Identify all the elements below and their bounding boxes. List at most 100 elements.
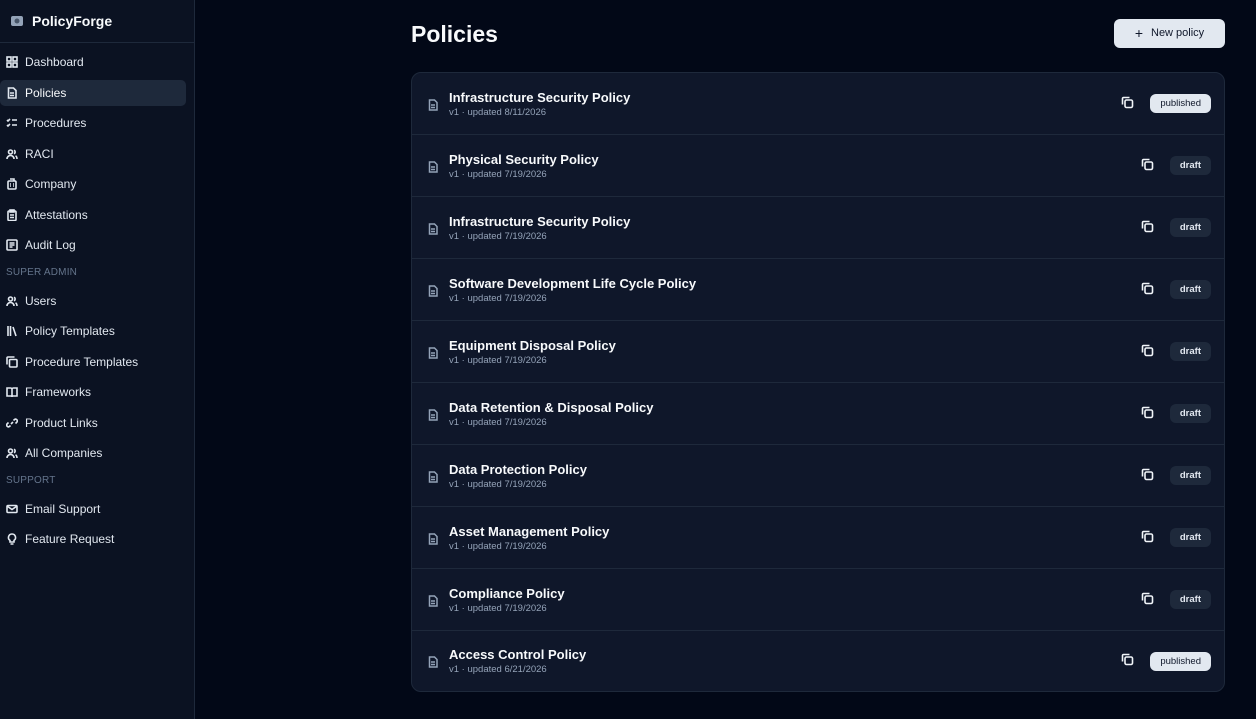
status-badge: published	[1150, 94, 1211, 113]
document-icon	[427, 346, 439, 359]
policy-row[interactable]: Software Development Life Cycle Policy v1…	[412, 259, 1224, 321]
copy-icon[interactable]	[1121, 96, 1134, 112]
document-icon	[427, 594, 439, 607]
mail-icon	[6, 503, 18, 515]
policy-row[interactable]: Asset Management Policy v1 · updated 7/19…	[412, 507, 1224, 569]
status-badge: draft	[1169, 590, 1211, 609]
document-icon	[427, 470, 439, 483]
book-open-icon	[6, 386, 18, 398]
policy-row[interactable]: Physical Security Policy v1 · updated 7/1…	[412, 135, 1224, 197]
sidebar-item-company[interactable]: Company	[0, 171, 186, 197]
policy-title[interactable]: Equipment Disposal Policy	[449, 338, 616, 353]
policy-meta: v1 · updated 7/19/2026	[449, 478, 547, 490]
policy-row[interactable]: Access Control Policy v1 · updated 6/21/2…	[412, 631, 1224, 691]
policy-meta: v1 · updated 6/21/2026	[449, 664, 547, 675]
sidebar-item-label: Feature Request	[25, 532, 115, 546]
sidebar-item-users[interactable]: Users	[0, 288, 186, 314]
sidebar-item-dashboard[interactable]: Dashboard	[0, 49, 186, 75]
policy-title[interactable]: Compliance Policy	[449, 586, 565, 601]
policy-row[interactable]: Data Retention & Disposal Policy v1 · upd…	[412, 383, 1224, 445]
sidebar-item-all-companies[interactable]: All Companies	[0, 440, 186, 466]
users-icon	[6, 148, 18, 160]
policy-row[interactable]: Equipment Disposal Policy v1 · updated 7/…	[412, 321, 1224, 383]
copy-icon[interactable]	[1141, 344, 1154, 360]
sidebar-item-procedures[interactable]: Procedures	[0, 110, 186, 136]
document-icon	[427, 160, 439, 173]
sidebar-item-audit-log[interactable]: Audit Log	[0, 232, 186, 258]
document-icon	[6, 86, 18, 99]
copy-icon[interactable]	[1141, 158, 1154, 174]
sidebar-item-email-support[interactable]: Email Support	[0, 496, 186, 522]
new-policy-button[interactable]: + New policy	[1114, 18, 1225, 48]
sidebar-item-procedure-templates[interactable]: Procedure Templates	[0, 349, 186, 375]
copy-icon[interactable]	[1121, 653, 1134, 669]
document-icon	[427, 408, 439, 421]
grid-icon	[6, 56, 18, 68]
sidebar-item-label: Procedure Templates	[25, 354, 139, 369]
main-content: Policies + New policy Infrastructure Sec…	[411, 0, 1225, 692]
status-badge: draft	[1169, 280, 1211, 299]
sidebar-item-label: Policy Templates	[25, 324, 115, 338]
policy-row[interactable]: Compliance Policy v1 · updated 7/19/2026 d…	[412, 569, 1224, 631]
sidebar-item-attestations[interactable]: Attestations	[0, 202, 186, 228]
status-badge: draft	[1169, 342, 1211, 361]
status-badge: draft	[1169, 528, 1211, 547]
policy-title[interactable]: Infrastructure Security Policy	[449, 90, 630, 105]
status-badge: draft	[1169, 404, 1211, 423]
policy-title[interactable]: Infrastructure Security Policy	[449, 214, 630, 229]
copy-template-icon	[6, 355, 18, 368]
sidebar-nav: Dashboard Policies Procedures RACI Company At…	[0, 43, 194, 552]
sidebar-item-label: Product Links	[25, 415, 98, 430]
document-icon	[427, 222, 439, 235]
policy-title[interactable]: Asset Management Policy	[449, 524, 609, 539]
document-icon	[427, 284, 439, 297]
copy-icon[interactable]	[1141, 530, 1154, 546]
copy-icon[interactable]	[1141, 282, 1154, 298]
new-policy-label: New policy	[1151, 27, 1205, 39]
document-icon	[427, 98, 439, 111]
copy-icon[interactable]	[1141, 220, 1154, 236]
policy-row[interactable]: Infrastructure Security Policy v1 · updat…	[412, 197, 1224, 259]
sidebar-item-label: Dashboard	[25, 55, 84, 69]
policy-list: Infrastructure Security Policy v1 · updat…	[411, 72, 1225, 692]
sidebar-item-feature-request[interactable]: Feature Request	[0, 526, 186, 552]
policy-meta: v1 · updated 7/19/2026	[449, 292, 547, 304]
logo-icon	[10, 14, 24, 28]
policy-title[interactable]: Software Development Life Cycle Policy	[449, 276, 696, 291]
sidebar-item-product-links[interactable]: Product Links	[0, 410, 186, 436]
sidebar-item-label: Email Support	[25, 501, 101, 516]
log-icon	[6, 239, 18, 251]
sidebar-item-label: All Companies	[25, 446, 103, 460]
sidebar-item-raci[interactable]: RACI	[0, 141, 186, 167]
clipboard-icon	[6, 208, 18, 221]
sidebar-item-label: RACI	[25, 146, 54, 161]
policy-row[interactable]: Data Protection Policy v1 · updated 7/19/…	[412, 445, 1224, 507]
copy-icon[interactable]	[1141, 468, 1154, 484]
policy-title[interactable]: Data Retention & Disposal Policy	[449, 400, 653, 415]
link-icon	[6, 417, 18, 429]
status-badge: published	[1150, 651, 1211, 671]
lightbulb-icon	[6, 533, 18, 545]
policy-meta: v1 · updated 7/19/2026	[449, 602, 547, 614]
sidebar-item-policies[interactable]: Policies	[0, 79, 186, 106]
document-icon	[427, 532, 439, 545]
copy-icon[interactable]	[1141, 406, 1154, 422]
sidebar-item-label: Frameworks	[25, 385, 92, 399]
policy-title[interactable]: Data Protection Policy	[449, 462, 587, 477]
building-icon	[6, 178, 18, 190]
policy-meta: v1 · updated 7/19/2026	[449, 416, 547, 428]
policy-title[interactable]: Physical Security Policy	[449, 152, 599, 167]
sidebar-item-policy-templates[interactable]: Policy Templates	[0, 318, 186, 344]
users-icon	[6, 447, 18, 459]
policy-title[interactable]: Access Control Policy	[449, 647, 586, 662]
sidebar-item-label: Procedures	[25, 116, 87, 130]
document-icon	[427, 656, 439, 668]
policy-row[interactable]: Infrastructure Security Policy v1 · updat…	[412, 73, 1224, 135]
policy-meta: v1 · updated 7/19/2026	[449, 230, 547, 242]
brand[interactable]: PolicyForge	[0, 0, 194, 43]
sidebar: PolicyForge Dashboard Policies Procedures R…	[0, 0, 195, 719]
copy-icon[interactable]	[1141, 592, 1154, 608]
sidebar-item-frameworks[interactable]: Frameworks	[0, 379, 186, 405]
page-header: Policies + New policy	[411, 0, 1225, 72]
page-title: Policies	[411, 20, 498, 47]
